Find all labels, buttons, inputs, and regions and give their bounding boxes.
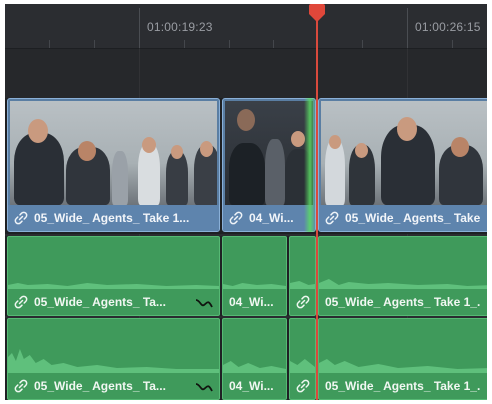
audio-clip-label xyxy=(290,289,315,315)
audio-clip-name: 04_Wi... xyxy=(229,379,274,393)
audio-waveform xyxy=(8,283,219,289)
audio-clip[interactable] xyxy=(289,236,316,316)
audio-clip[interactable] xyxy=(289,318,316,400)
transition-indicator xyxy=(304,98,316,232)
link-icon xyxy=(14,211,28,225)
clip-thumbnail xyxy=(10,101,217,205)
audio-clip-label: 05_Wide_ Agents_ Take 1_. xyxy=(319,373,487,399)
playhead-marker-icon[interactable] xyxy=(307,4,327,24)
audio-waveform xyxy=(290,281,315,289)
ruler-timecode: 01:00:26:15 xyxy=(415,20,481,34)
audio-clip-name: 05_Wide_ Agents_ Take 1_. xyxy=(325,379,481,393)
audio-clip-label: 05_Wide_ Agents_ Ta... xyxy=(8,289,219,315)
ruler-minor-tick xyxy=(94,40,95,48)
audio-waveform xyxy=(290,359,315,373)
audio-clip-label: 05_Wide_ Agents_ Take 1_. xyxy=(319,289,487,315)
audio-clip-label: 04_Wi... xyxy=(223,373,286,399)
video-track: 05_Wide_ Agents_ Take 1... 04_Wi... 05_W… xyxy=(5,98,487,234)
audio-track-2: 05_Wide_ Agents_ Ta... 04_Wi... 05_Wide_… xyxy=(5,318,487,400)
link-icon xyxy=(229,211,243,225)
fade-curve-icon[interactable] xyxy=(195,297,213,309)
clip-thumbnail xyxy=(321,101,487,205)
timeline-ruler[interactable]: 01:00:19:23 01:00:26:15 xyxy=(5,4,487,48)
link-icon xyxy=(14,295,28,309)
audio-clip-label: 05_Wide_ Agents_ Ta... xyxy=(8,373,219,399)
link-icon xyxy=(296,379,310,393)
audio-clip-name: 05_Wide_ Agents_ Take 1_. xyxy=(325,295,481,309)
ruler-minor-tick xyxy=(229,40,230,48)
audio-clip[interactable]: 05_Wide_ Agents_ Take 1_. xyxy=(318,318,487,400)
fade-curve-icon[interactable] xyxy=(195,381,213,393)
audio-clip-name: 04_Wi... xyxy=(229,295,274,309)
audio-clip[interactable]: 04_Wi... xyxy=(222,236,287,316)
audio-waveform xyxy=(8,349,219,373)
link-icon xyxy=(325,211,339,225)
ruler-minor-tick xyxy=(362,40,363,48)
video-clip-name: 05_Wide_ Agents_ Take xyxy=(345,211,481,225)
audio-clip-label: 04_Wi... xyxy=(223,289,286,315)
audio-waveform xyxy=(223,283,286,289)
audio-waveform xyxy=(319,279,487,289)
ruler-minor-tick xyxy=(49,40,50,48)
ruler-minor-tick xyxy=(184,40,185,48)
ruler-minor-tick xyxy=(452,40,453,48)
audio-clip-name: 05_Wide_ Agents_ Ta... xyxy=(34,295,166,309)
link-icon xyxy=(296,295,310,309)
video-clip-name: 05_Wide_ Agents_ Take 1... xyxy=(34,211,190,225)
audio-clip[interactable]: 05_Wide_ Agents_ Ta... xyxy=(7,318,220,400)
video-clip-name: 04_Wi... xyxy=(249,211,294,225)
audio-waveform xyxy=(223,361,286,373)
video-clip[interactable]: 05_Wide_ Agents_ Take xyxy=(318,98,487,232)
video-clip[interactable]: 04_Wi... xyxy=(222,98,316,232)
audio-clip-label xyxy=(290,373,315,399)
audio-clip[interactable]: 04_Wi... xyxy=(222,318,287,400)
video-clip[interactable]: 05_Wide_ Agents_ Take 1... xyxy=(7,98,220,232)
video-clip-label: 04_Wi... xyxy=(223,205,315,231)
clip-thumbnail xyxy=(225,101,313,205)
link-icon xyxy=(14,379,28,393)
audio-waveform xyxy=(319,359,487,373)
audio-track-1: 05_Wide_ Agents_ Ta... 04_Wi... 05_Wide_… xyxy=(5,236,487,316)
audio-clip-name: 05_Wide_ Agents_ Ta... xyxy=(34,379,166,393)
empty-video-track[interactable] xyxy=(5,48,487,98)
video-clip-label: 05_Wide_ Agents_ Take 1... xyxy=(8,205,219,231)
ruler-major-tick xyxy=(407,8,408,48)
playhead-line[interactable] xyxy=(316,14,318,400)
ruler-major-tick xyxy=(139,8,140,48)
timeline-panel: 01:00:19:23 01:00:26:15 05_Wide_ Agents_… xyxy=(5,4,487,400)
ruler-timecode: 01:00:19:23 xyxy=(147,20,213,34)
video-clip-label: 05_Wide_ Agents_ Take xyxy=(319,205,487,231)
audio-clip[interactable]: 05_Wide_ Agents_ Ta... xyxy=(7,236,220,316)
audio-clip[interactable]: 05_Wide_ Agents_ Take 1_. xyxy=(318,236,487,316)
ruler-minor-tick xyxy=(273,40,274,48)
